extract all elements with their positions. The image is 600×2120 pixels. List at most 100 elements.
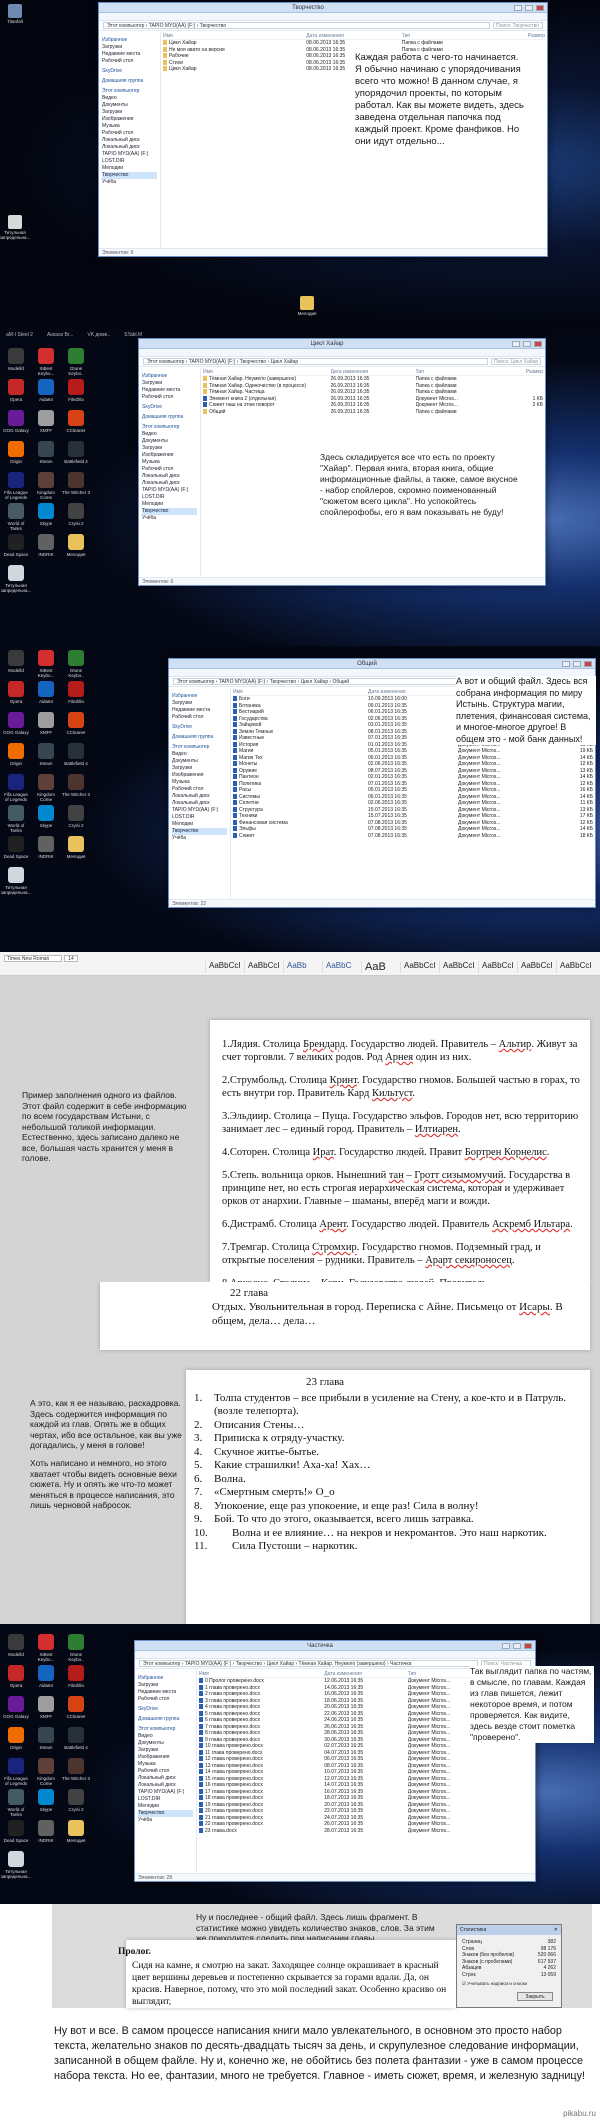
- file-row[interactable]: Сюжет 07.08.2013 16:35 Документ Micros... 1…: [233, 833, 593, 840]
- nav-item[interactable]: Загрузки: [172, 765, 227, 772]
- nav-item[interactable]: Видео: [138, 1733, 193, 1740]
- desktop-icon[interactable]: Cryisi 2: [62, 805, 90, 833]
- close-icon[interactable]: ✕: [554, 1927, 558, 1933]
- close-button[interactable]: Закрыть: [517, 1992, 553, 2001]
- nav-item[interactable]: Этот компьютер: [142, 424, 197, 431]
- nav-item[interactable]: LOST.DIR: [138, 1796, 193, 1803]
- desktop-icon[interactable]: Modelld: [2, 1634, 30, 1662]
- nav-item[interactable]: TAPIO MYΩ(AA) (F:): [138, 1789, 193, 1796]
- desktop-icon[interactable]: GOG Galaxy: [2, 712, 30, 740]
- minimize-button[interactable]: [502, 1642, 510, 1649]
- nav-item[interactable]: Творчество: [142, 508, 197, 515]
- nav-item[interactable]: Локальный диск: [138, 1775, 193, 1782]
- nav-item[interactable]: Загрузки: [172, 700, 227, 707]
- nav-item[interactable]: Этот компьютер: [138, 1726, 193, 1733]
- nav-item[interactable]: Загрузки: [138, 1682, 193, 1689]
- desktop-icon[interactable]: Titanfall: [4, 4, 26, 24]
- nav-item[interactable]: Документы: [138, 1740, 193, 1747]
- nav-item[interactable]: Мелодии: [138, 1803, 193, 1810]
- nav-item[interactable]: LOST.DIR: [172, 814, 227, 821]
- desktop-icon[interactable]: Steam: [32, 1727, 60, 1755]
- nav-item[interactable]: Избранное: [172, 693, 227, 700]
- desktop-icon[interactable]: FileZilla: [62, 681, 90, 709]
- column-header[interactable]: Имя: [203, 369, 331, 375]
- desktop-icon[interactable]: INDRIK: [32, 1820, 60, 1848]
- desktop-icon[interactable]: World of Tanks: [2, 805, 30, 833]
- nav-item[interactable]: Локальный диск: [138, 1782, 193, 1789]
- desktop-icon[interactable]: Opera: [2, 379, 30, 407]
- nav-item[interactable]: Документы: [102, 102, 157, 109]
- desktop-icon[interactable]: Dead Space: [2, 1820, 30, 1848]
- nav-item[interactable]: Творчество: [102, 172, 157, 179]
- nav-item[interactable]: Рабочий стол: [138, 1696, 193, 1703]
- desktop-icon[interactable]: Fifa League of Legends: [2, 774, 30, 802]
- desktop-icon[interactable]: Титульная запредельна...: [1, 565, 31, 593]
- nav-item[interactable]: Музыка: [172, 779, 227, 786]
- nav-item[interactable]: Локальный диск: [102, 137, 157, 144]
- nav-item[interactable]: LOST.DIR: [142, 494, 197, 501]
- maximize-button[interactable]: [513, 1642, 521, 1649]
- nav-item[interactable]: Документы: [172, 758, 227, 765]
- desktop-icon[interactable]: Титульная запредельна...: [1, 867, 31, 895]
- desktop-icon[interactable]: Мелодия: [62, 836, 90, 864]
- address-bar[interactable]: Этот компьютер › TAPIO MYΩ(AA) (F:) › Тв…: [143, 358, 488, 365]
- desktop-icon[interactable]: Cryisi 2: [62, 503, 90, 531]
- nav-item[interactable]: Этот компьютер: [102, 88, 157, 95]
- column-header[interactable]: Дата изменения: [331, 369, 416, 375]
- nav-item[interactable]: Недавние места: [172, 707, 227, 714]
- maximize-button[interactable]: [525, 4, 533, 11]
- column-header[interactable]: Дата изменения: [306, 33, 402, 39]
- nav-item[interactable]: Мелодии: [172, 821, 227, 828]
- nav-item[interactable]: Рабочий стол: [102, 58, 157, 65]
- nav-item[interactable]: Мелодии: [142, 501, 197, 508]
- nav-item[interactable]: Творчество: [138, 1810, 193, 1817]
- nav-item[interactable]: Избранное: [142, 373, 197, 380]
- nav-item[interactable]: Учёба: [102, 179, 157, 186]
- nav-item[interactable]: Избранное: [102, 37, 157, 44]
- nav-item[interactable]: Недавние места: [142, 387, 197, 394]
- desktop-icon[interactable]: Aida64: [32, 379, 60, 407]
- column-header[interactable]: Размер: [497, 33, 545, 39]
- desktop-icon[interactable]: World of Tanks: [2, 503, 30, 531]
- nav-item[interactable]: SkyDrive: [102, 68, 157, 75]
- nav-item[interactable]: Видео: [142, 431, 197, 438]
- style-gallery-item[interactable]: AaBb: [283, 961, 310, 973]
- nav-item[interactable]: Творчество: [172, 828, 227, 835]
- nav-item[interactable]: Локальный диск: [172, 800, 227, 807]
- nav-item[interactable]: Рабочий стол: [102, 130, 157, 137]
- desktop-icon[interactable]: Skype: [32, 1789, 60, 1817]
- style-gallery-item[interactable]: AaBbCcI: [244, 961, 283, 973]
- desktop-icon[interactable]: Dead Space: [2, 534, 30, 562]
- search-input[interactable]: Поиск: Цикл Хайар: [491, 358, 541, 365]
- desktop-icon[interactable]: Origin: [2, 441, 30, 469]
- desktop-icon[interactable]: XiBest Keybo...: [32, 650, 60, 678]
- file-row[interactable]: Общий 26.09.2013 16:35 Папка с файлами: [203, 409, 543, 416]
- desktop-icon[interactable]: Steam: [32, 743, 60, 771]
- desktop-icon[interactable]: Fifa League of Legends: [2, 1758, 30, 1786]
- nav-item[interactable]: Документы: [142, 438, 197, 445]
- nav-item[interactable]: Рабочий стол: [142, 394, 197, 401]
- nav-item[interactable]: TAPIO MYΩ(AA) (F:): [172, 807, 227, 814]
- nav-item[interactable]: Учёба: [142, 515, 197, 522]
- desktop-icon[interactable]: Battlefield 4: [62, 743, 90, 771]
- desktop-icon[interactable]: Мелодия: [62, 534, 90, 562]
- nav-item[interactable]: Загрузки: [142, 445, 197, 452]
- nav-item[interactable]: Этот компьютер: [172, 744, 227, 751]
- desktop-icon[interactable]: The Witcher 3: [62, 1758, 90, 1786]
- desktop-icon[interactable]: CCleaner: [62, 712, 90, 740]
- nav-item[interactable]: Загрузки: [138, 1747, 193, 1754]
- style-gallery-item[interactable]: AaBbCcI: [517, 961, 556, 973]
- desktop-icon[interactable]: Aida64: [32, 1665, 60, 1693]
- column-header[interactable]: Размер: [501, 369, 543, 375]
- nav-item[interactable]: TAPIO MYΩ(AA) (F:): [102, 151, 157, 158]
- desktop-icon[interactable]: Мелодия: [62, 1820, 90, 1848]
- close-button[interactable]: [536, 4, 544, 11]
- desktop-icon[interactable]: Cryisi 2: [62, 1789, 90, 1817]
- nav-item[interactable]: SkyDrive: [142, 404, 197, 411]
- nav-item[interactable]: Рабочий стол: [172, 786, 227, 793]
- desktop-icon[interactable]: Fifa League of Legends: [2, 472, 30, 500]
- minimize-button[interactable]: [562, 660, 570, 667]
- nav-item[interactable]: Изображения: [138, 1754, 193, 1761]
- desktop-icon[interactable]: Титульная запредельна...: [0, 215, 30, 240]
- nav-item[interactable]: Учёба: [172, 835, 227, 842]
